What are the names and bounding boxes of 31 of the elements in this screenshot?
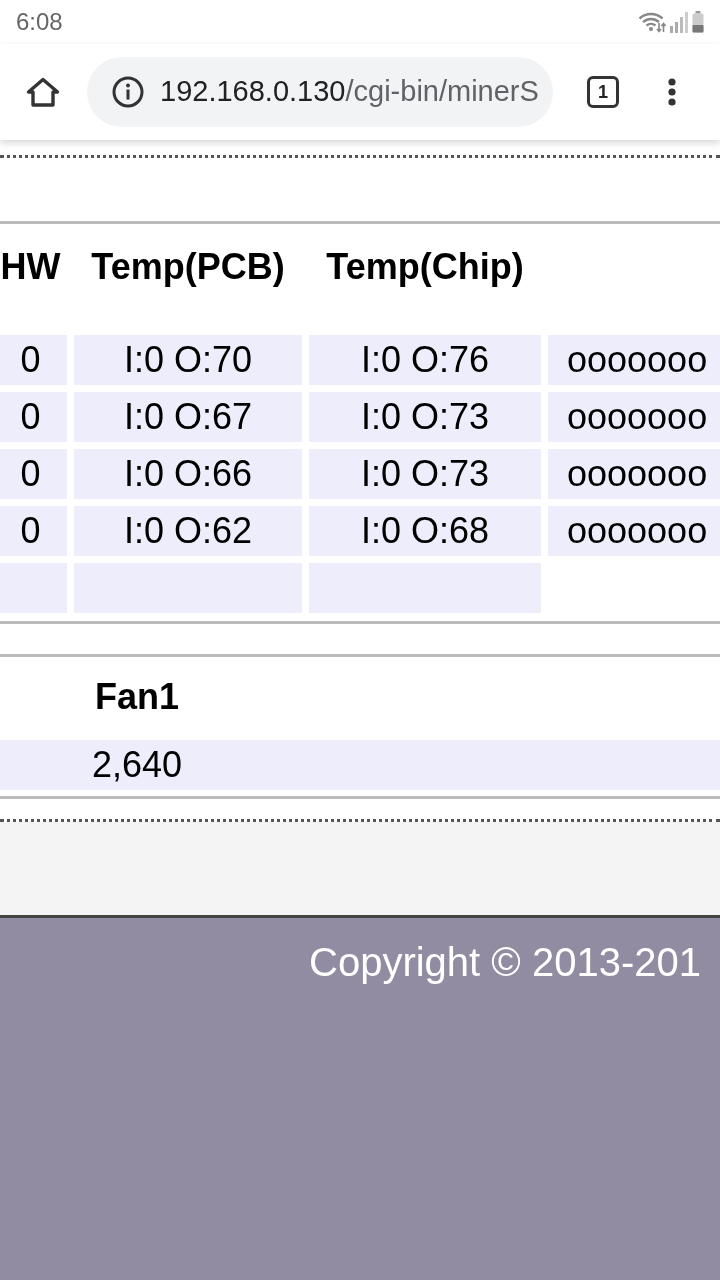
table-cell: I:0 O:73: [309, 392, 541, 442]
signal-icon: [670, 11, 688, 33]
menu-icon[interactable]: [666, 77, 678, 107]
table-cell: 0: [0, 335, 67, 385]
status-time: 6:08: [16, 10, 63, 34]
battery-icon: [692, 11, 704, 33]
table-cell: ooooooo: [548, 506, 720, 556]
table-cell: I:0 O:73: [309, 449, 541, 499]
tab-switcher-button[interactable]: 1: [587, 76, 619, 108]
home-icon[interactable]: [26, 77, 60, 107]
copyright-text: Copyright © 2013-201: [309, 939, 702, 986]
table-cell: ooooooo: [548, 449, 720, 499]
table-cell-text: 2,640: [90, 743, 184, 787]
table-cell: ooooooo: [548, 392, 720, 442]
table-cell: I:0 O:67: [74, 392, 302, 442]
table-cell: 0: [0, 506, 67, 556]
table-cell: I:0 O:76: [309, 335, 541, 385]
column-header: Fan1: [94, 675, 180, 718]
table-cell: I:0 O:66: [74, 449, 302, 499]
table-cell: 0: [0, 449, 67, 499]
table-cell: I:0 O:68: [309, 506, 541, 556]
column-header: HW: [0, 245, 62, 289]
table-cell: 0: [0, 392, 67, 442]
column-header: Temp(PCB): [90, 245, 286, 289]
table-cell: I:0 O:70: [74, 335, 302, 385]
info-icon[interactable]: [112, 76, 144, 108]
wifi-icon: [638, 11, 666, 33]
table-cell: I:0 O:62: [74, 506, 302, 556]
table-cell: ooooooo: [548, 335, 720, 385]
column-header: Temp(Chip): [325, 245, 525, 289]
address-bar[interactable]: 192.168.0.130/cgi-bin/minerS: [87, 57, 553, 127]
